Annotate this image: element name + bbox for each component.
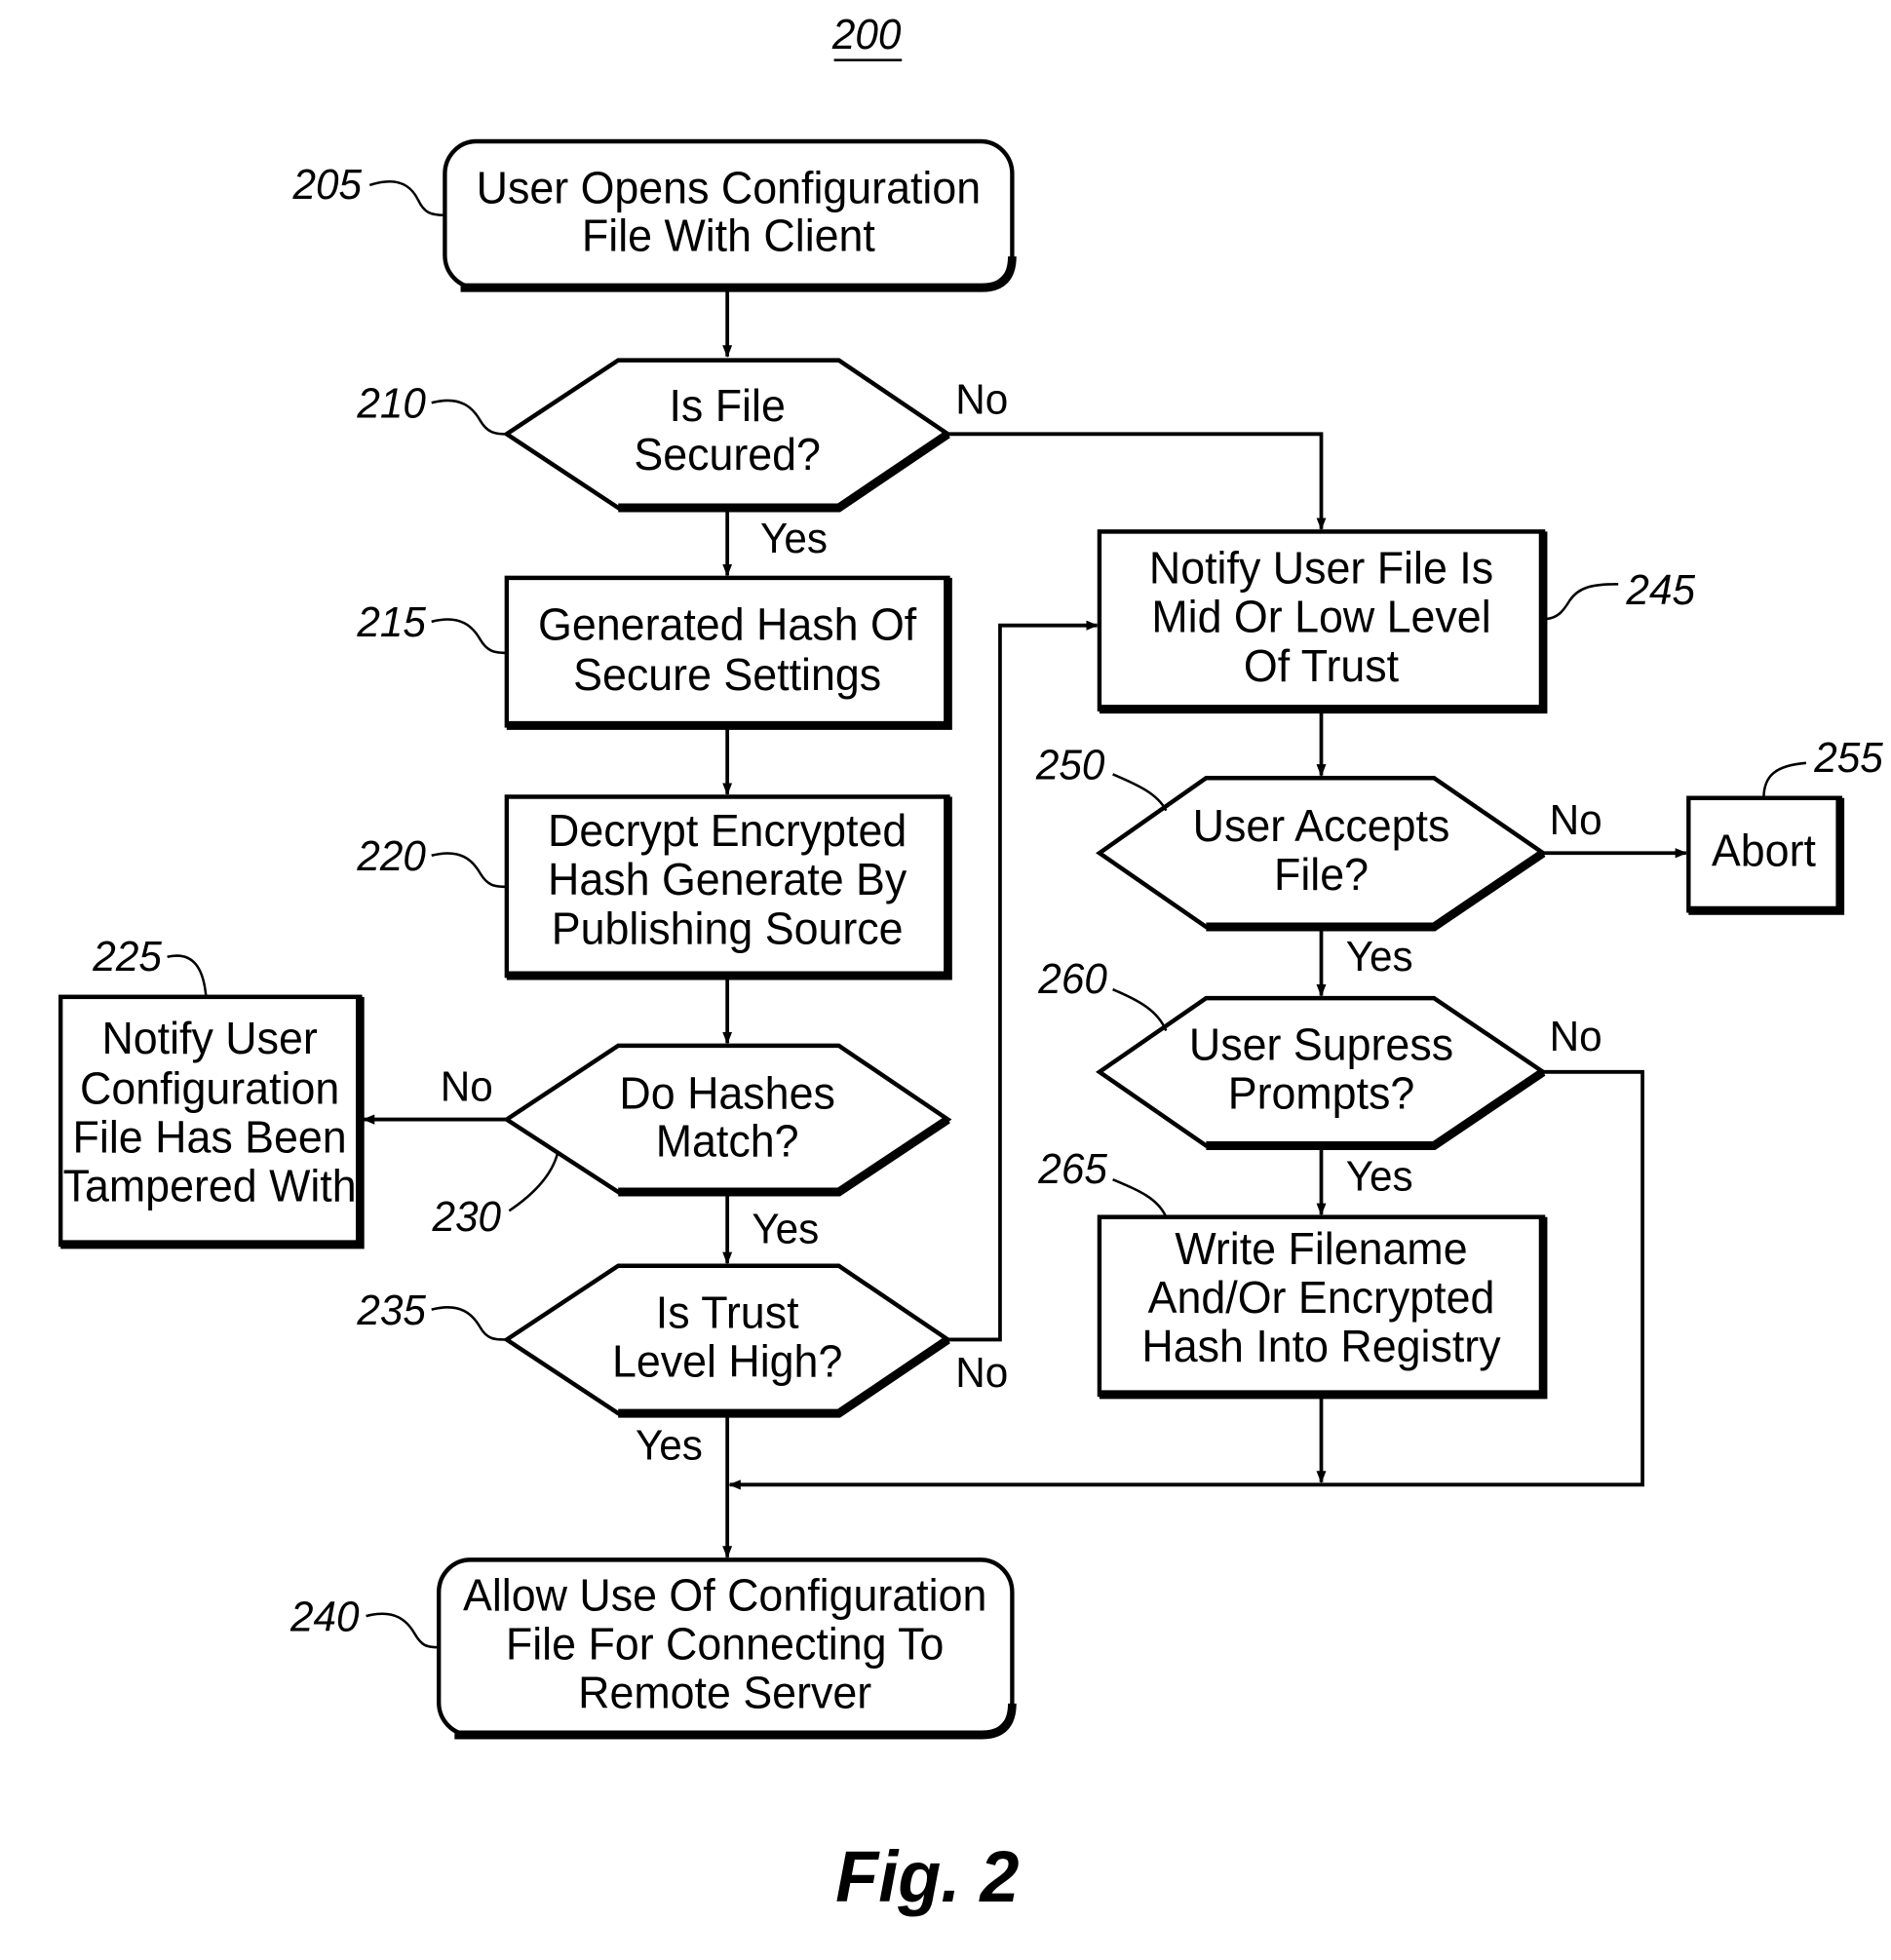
node-210: Is File Secured? 210	[356, 358, 952, 513]
figure-caption: Fig. 2	[835, 1836, 1019, 1917]
label-no-235: No	[955, 1350, 1008, 1398]
node-text: Generated Hash Of	[538, 599, 917, 650]
node-text: Secure Settings	[573, 649, 881, 700]
node-text: Is Trust	[656, 1287, 799, 1338]
leader-line	[431, 618, 507, 655]
figure-number: 200	[831, 11, 903, 61]
edge-210-245	[947, 432, 1327, 531]
node-text: Allow Use Of Configuration	[463, 1570, 986, 1621]
node-text: User Opens Configuration	[477, 163, 982, 213]
node-text: Notify User	[101, 1014, 317, 1064]
node-text: Write Filename	[1175, 1223, 1467, 1274]
node-265: Write Filename And/Or Encrypted Hash Int…	[1037, 1145, 1548, 1400]
node-245: Notify User File Is Mid Or Low Level Of …	[1097, 529, 1695, 714]
ref-label: 230	[432, 1193, 502, 1241]
node-text: Is File	[669, 380, 785, 431]
flowchart: 200 No Yes No Yes No Yes No Yes No Yes U…	[58, 11, 1883, 1917]
leader-line	[431, 399, 507, 436]
leader-line	[431, 1306, 507, 1341]
node-text: Secured?	[634, 429, 821, 480]
node-text: Hash Generate By	[548, 855, 907, 905]
node-230: Do Hashes Match? 230	[432, 1043, 952, 1241]
node-text: Do Hashes	[619, 1068, 834, 1119]
node-text: Level High?	[612, 1336, 842, 1387]
node-text: File?	[1274, 849, 1369, 900]
node-235: Is Trust Level High? 235	[356, 1263, 952, 1418]
leader-line	[1543, 583, 1619, 621]
label-no-250: No	[1550, 796, 1602, 844]
node-255: Abort 255	[1686, 734, 1883, 915]
node-220: Decrypt Encrypted Hash Generate By Publi…	[356, 794, 952, 980]
node-text: Notify User File Is	[1149, 543, 1493, 594]
ref-label: 245	[1625, 566, 1695, 614]
label-yes-210: Yes	[760, 516, 828, 563]
ref-label: 255	[1813, 734, 1883, 782]
node-text: File For Connecting To	[506, 1619, 945, 1670]
label-yes-260: Yes	[1346, 1153, 1413, 1201]
label-yes-235: Yes	[636, 1422, 703, 1470]
ref-label: 265	[1037, 1145, 1107, 1193]
leader-line	[366, 1612, 440, 1649]
ref-label: 210	[356, 380, 426, 428]
node-text: Hash Into Registry	[1141, 1321, 1500, 1371]
node-text: File Has Been	[73, 1112, 347, 1163]
ref-label: 250	[1035, 742, 1105, 789]
node-text: User Accepts	[1193, 800, 1450, 851]
node-text: Prompts?	[1228, 1068, 1415, 1119]
node-225: Notify User Configuration File Has Been …	[58, 933, 365, 1249]
ref-label: 235	[356, 1287, 426, 1334]
leader-line	[1112, 1178, 1168, 1218]
ref-label: 205	[292, 161, 363, 209]
node-text: Match?	[656, 1116, 799, 1167]
label-no-210: No	[955, 376, 1008, 424]
leader-line	[1762, 761, 1807, 798]
leader-line	[431, 852, 507, 889]
node-text: File With Client	[582, 211, 875, 261]
node-text: Of Trust	[1244, 640, 1400, 691]
label-yes-230: Yes	[752, 1206, 819, 1253]
ref-label: 220	[356, 833, 426, 881]
node-text: Abort	[1712, 826, 1816, 876]
node-text: Configuration	[80, 1063, 339, 1114]
node-260: User Supress Prompts? 260	[1037, 955, 1548, 1151]
node-text: Remote Server	[578, 1668, 871, 1718]
ref-label: 215	[356, 599, 426, 647]
node-240: Allow Use Of Configuration File For Conn…	[289, 1557, 1017, 1740]
node-215: Generated Hash Of Secure Settings 215	[356, 575, 952, 730]
ref-label: 240	[289, 1594, 360, 1641]
node-text: Mid Or Low Level	[1151, 592, 1490, 642]
node-text: User Supress	[1189, 1019, 1453, 1070]
label-no-230: No	[441, 1063, 493, 1111]
leader-line	[1112, 773, 1168, 812]
leader-line	[167, 954, 208, 997]
ref-label: 260	[1037, 955, 1107, 1003]
label-yes-250: Yes	[1346, 933, 1413, 980]
node-text: And/Or Encrypted	[1148, 1272, 1495, 1323]
leader-line	[368, 179, 445, 217]
label-no-260: No	[1550, 1013, 1602, 1060]
ref-label: 225	[92, 933, 162, 980]
node-text: Tampered With	[63, 1161, 357, 1211]
leader-line	[508, 1152, 560, 1212]
leader-line	[1112, 987, 1168, 1032]
node-205: User Opens Configuration File With Clien…	[292, 138, 1017, 292]
figure-number-text: 200	[831, 11, 902, 58]
node-250: User Accepts File? 250	[1035, 742, 1548, 932]
node-text: Decrypt Encrypted	[548, 806, 907, 857]
node-text: Publishing Source	[552, 903, 904, 954]
